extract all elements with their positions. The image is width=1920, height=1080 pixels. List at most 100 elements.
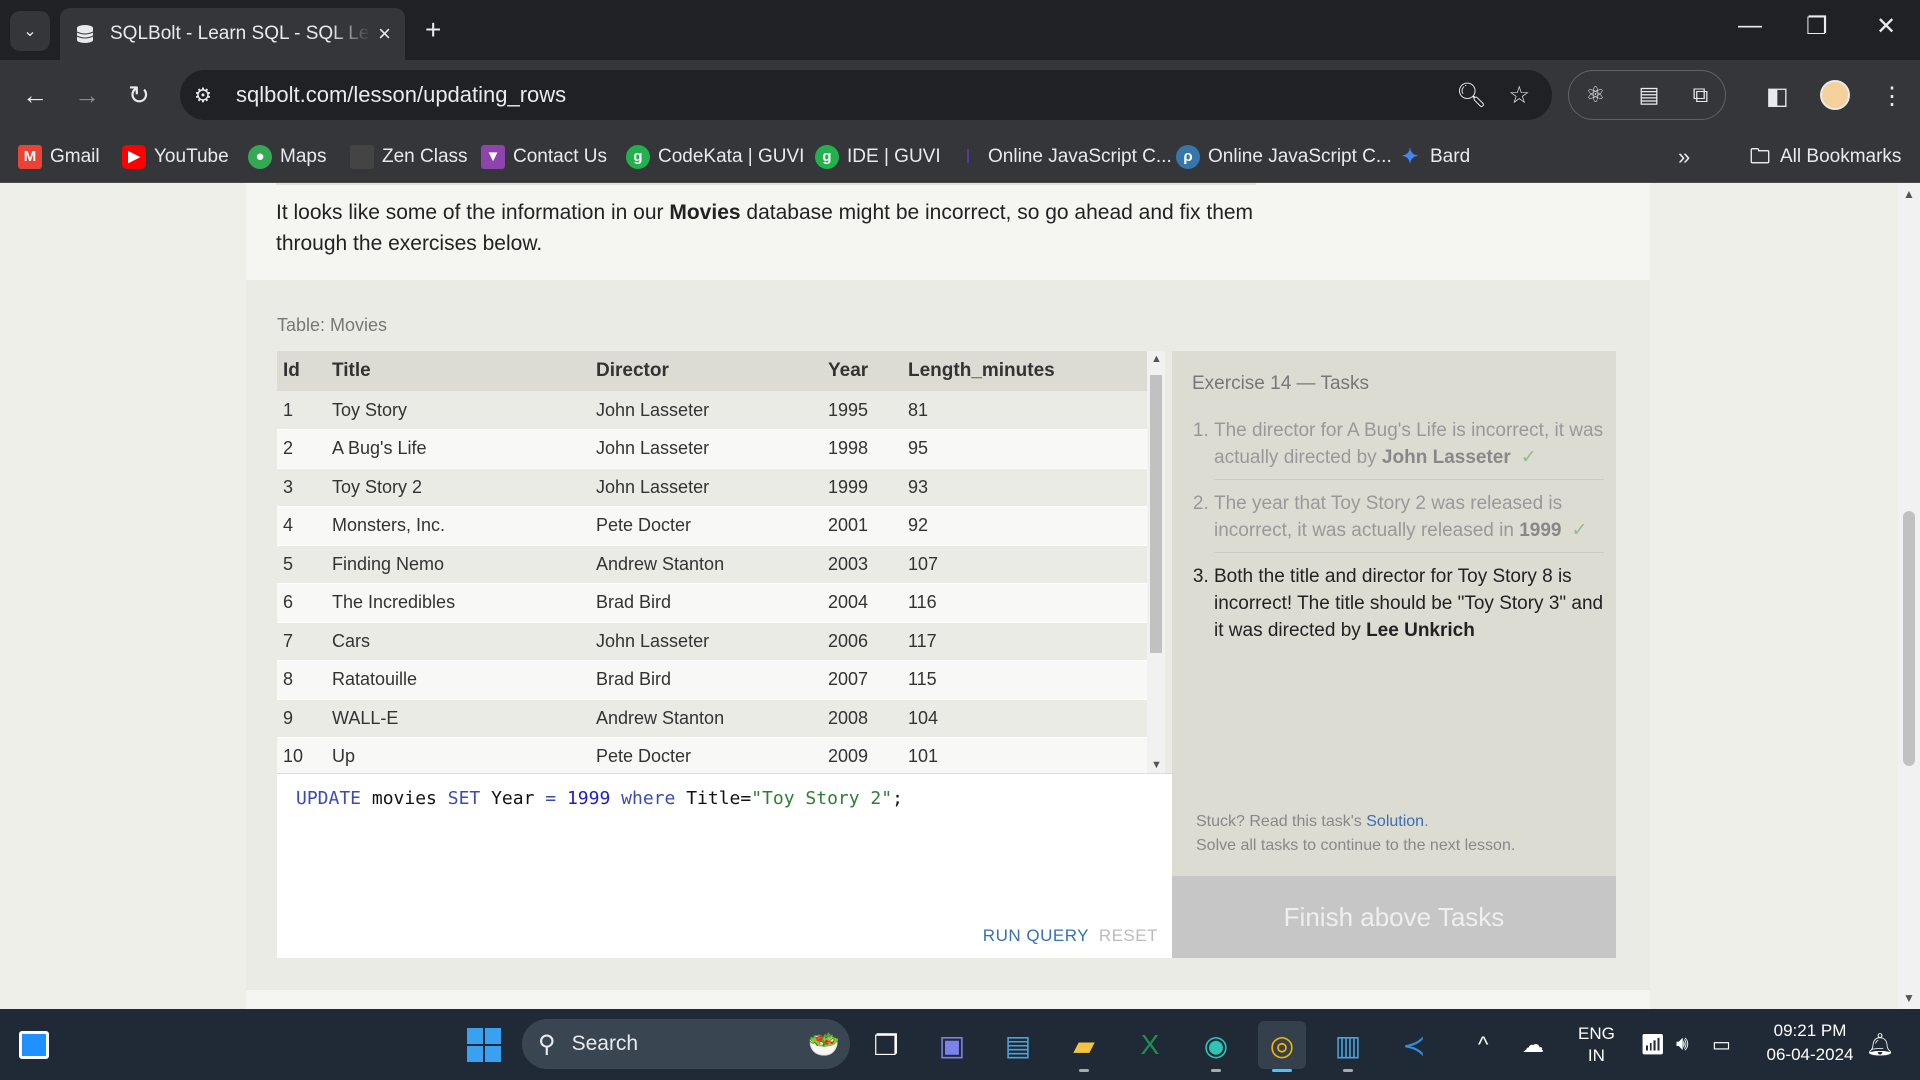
teams-chat-icon[interactable]: ▣ xyxy=(928,1021,976,1069)
table-header-row: Id Title Director Year Length_minutes xyxy=(277,351,1147,391)
table-row: 7 Cars John Lasseter 2006 117 xyxy=(277,622,1147,661)
zoom-icon[interactable]: 🔍︎ xyxy=(1456,81,1486,110)
table-row: 3 Toy Story 2 John Lasseter 1999 93 xyxy=(277,468,1147,507)
system-clock[interactable]: 09:21 PM 06-04-2024 xyxy=(1760,1019,1860,1067)
reset-button[interactable]: RESET xyxy=(1099,926,1158,946)
wifi-icon[interactable]: 📶︎ xyxy=(1640,1009,1665,1080)
minimize-icon[interactable]: — xyxy=(1738,12,1762,40)
task-list: The director for A Bug's Life is incorre… xyxy=(1192,417,1604,662)
language-indicator[interactable]: ENG IN xyxy=(1578,1009,1615,1080)
scroll-down-icon[interactable]: ▼ xyxy=(1151,759,1162,771)
gmail-icon: M xyxy=(18,144,42,169)
taskbar: ⚲ Search 🥗 ❐ ▣ ▤ ▰ X ◉ ◎ ▥ ≺ ^ ☁ ENG IN 📶… xyxy=(0,1009,1920,1080)
table-row: 10 Up Pete Docter 2009 101 xyxy=(277,737,1147,773)
site-info-icon[interactable]: ⚙ xyxy=(194,83,224,108)
terminal-icon[interactable]: ▤ xyxy=(994,1021,1042,1069)
all-bookmarks[interactable]: 🗀 All Bookmarks xyxy=(1748,130,1901,183)
table-row: 2A Bug's Life John Lasseter 1998 95 xyxy=(277,429,1147,469)
vscode-icon[interactable]: ≺ xyxy=(1390,1021,1438,1069)
scroll-down-icon[interactable]: ▼ xyxy=(1903,991,1915,1005)
task-view-icon[interactable]: ❐ xyxy=(862,1021,910,1069)
maps-icon: ● xyxy=(248,144,272,169)
taskbar-search[interactable]: ⚲ Search 🥗 xyxy=(522,1019,850,1069)
edge-icon[interactable]: ◉ xyxy=(1192,1021,1240,1069)
bookmark-gmail[interactable]: M Gmail xyxy=(18,130,100,183)
search-highlight-icon: 🥗 xyxy=(807,1028,840,1059)
browser-toolbar: ← → ↻ ⚙ sqlbolt.com/lesson/updating_rows… xyxy=(0,60,1920,130)
file-explorer-icon[interactable]: ▰ xyxy=(1060,1021,1108,1069)
running-indicator xyxy=(1211,1069,1221,1072)
bookmark-maps[interactable]: ● Maps xyxy=(248,130,326,183)
scroll-up-icon[interactable]: ▲ xyxy=(1151,353,1162,365)
extension-icon[interactable]: ▤ xyxy=(1639,82,1660,108)
column-header: Id xyxy=(277,351,326,391)
table-row: 9 WALL-E Andrew Stanton 2008 104 xyxy=(277,699,1147,738)
notification-bell-icon[interactable]: 🔔︎ xyxy=(1866,1009,1894,1080)
close-icon[interactable]: ✕ xyxy=(1876,12,1896,41)
zen-class-icon xyxy=(350,144,374,169)
tab-strip: ⌄ SQLBolt - Learn SQL - SQL Lesson × + —… xyxy=(0,0,1920,60)
search-placeholder: Search xyxy=(571,1032,639,1055)
bookmark-zen-class[interactable]: Zen Class xyxy=(350,130,468,183)
column-header: Length_minutes xyxy=(902,351,1147,391)
notepad-icon[interactable]: ▥ xyxy=(1324,1021,1372,1069)
reload-icon[interactable]: ↻ xyxy=(128,80,150,111)
extensions-group: ⚛ ▤ ⧉ xyxy=(1568,70,1726,120)
chevron-down-icon: ⌄ xyxy=(23,23,37,40)
chrome-icon[interactable]: ◎ xyxy=(1258,1021,1306,1069)
excel-icon[interactable]: X xyxy=(1126,1021,1174,1069)
bookmark-online-js-1[interactable]: ᛁ Online JavaScript C... xyxy=(956,130,1171,183)
bookmark-ide-guvi[interactable]: g IDE | GUVI xyxy=(815,130,941,183)
bookmark-youtube[interactable]: ▶ YouTube xyxy=(122,130,229,183)
page-scroll-thumb[interactable] xyxy=(1903,511,1915,766)
windows-start-icon[interactable] xyxy=(460,1021,508,1069)
active-tab[interactable]: SQLBolt - Learn SQL - SQL Lesson × xyxy=(60,8,405,60)
table-scrollbar[interactable]: ▲ ▼ xyxy=(1147,351,1165,773)
table-scroll-thumb[interactable] xyxy=(1150,375,1162,653)
bookmark-star-icon[interactable]: ☆ xyxy=(1508,81,1530,110)
query-editor[interactable]: UPDATE movies SET Year = 1999 where Titl… xyxy=(277,773,1172,958)
bookmark-bard[interactable]: ✦ Bard xyxy=(1398,130,1471,183)
volume-icon[interactable]: 🔊︎ xyxy=(1676,1009,1689,1080)
solution-link[interactable]: Solution xyxy=(1366,813,1424,830)
query-text[interactable]: UPDATE movies SET Year = 1999 where Titl… xyxy=(296,788,903,809)
battery-icon[interactable]: ▭ xyxy=(1712,1009,1731,1080)
avatar[interactable] xyxy=(1820,80,1850,110)
table-row: 4 Monsters, Inc. Pete Docter 2001 92 xyxy=(277,506,1147,546)
tasks-title: Exercise 14 — Tasks xyxy=(1192,373,1370,394)
react-devtools-icon[interactable]: ⚛ xyxy=(1586,82,1606,108)
bookmark-codekata[interactable]: g CodeKata | GUVI xyxy=(626,130,804,183)
results-table: Id Title Director Year Length_minutes 1T… xyxy=(277,351,1165,773)
restore-icon[interactable]: ❐ xyxy=(1806,12,1828,41)
scroll-up-icon[interactable]: ▲ xyxy=(1903,187,1915,201)
widgets-icon[interactable] xyxy=(10,1021,58,1069)
new-tab-button[interactable]: + xyxy=(425,14,441,46)
more-bookmarks-icon[interactable]: » xyxy=(1678,130,1690,183)
task-item: Both the title and director for Toy Stor… xyxy=(1214,563,1604,652)
bookmark-contact-us[interactable]: ▼ Contact Us xyxy=(481,130,607,183)
contact-us-icon: ▼ xyxy=(481,144,505,169)
show-hidden-icons[interactable]: ^ xyxy=(1478,1009,1488,1080)
youtube-icon: ▶ xyxy=(122,144,146,169)
divider xyxy=(276,183,1256,185)
finish-tasks-button[interactable]: Finish above Tasks xyxy=(1172,876,1616,958)
lesson-container: It looks like some of the information in… xyxy=(246,183,1650,1009)
running-indicator xyxy=(1079,1069,1089,1072)
exercise-panel: Table: Movies Id Title Director Year Len… xyxy=(246,280,1650,990)
task-item: The director for A Bug's Life is incorre… xyxy=(1214,417,1604,480)
puzzle-icon[interactable]: ⧉ xyxy=(1693,82,1709,108)
url-text[interactable]: sqlbolt.com/lesson/updating_rows xyxy=(236,82,1456,108)
bookmark-online-js-2[interactable]: ρ Online JavaScript C... xyxy=(1176,130,1392,183)
task-item: The year that Toy Story 2 was released i… xyxy=(1214,490,1604,553)
address-bar[interactable]: ⚙ sqlbolt.com/lesson/updating_rows 🔍︎ ☆ xyxy=(180,70,1552,120)
stuck-help: Stuck? Read this task's Solution. Solve … xyxy=(1196,813,1516,854)
page-scrollbar[interactable]: ▲ ▼ xyxy=(1898,183,1920,1009)
onedrive-icon[interactable]: ☁ xyxy=(1522,1009,1544,1080)
close-tab-icon[interactable]: × xyxy=(378,21,391,47)
tab-search-button[interactable]: ⌄ xyxy=(10,11,50,51)
side-panel-icon[interactable]: ◧ xyxy=(1766,82,1789,111)
forward-icon[interactable]: → xyxy=(74,80,100,111)
run-query-button[interactable]: RUN QUERY xyxy=(983,926,1089,946)
more-menu-icon[interactable]: ⋮ xyxy=(1880,82,1904,111)
back-icon[interactable]: ← xyxy=(22,80,48,111)
